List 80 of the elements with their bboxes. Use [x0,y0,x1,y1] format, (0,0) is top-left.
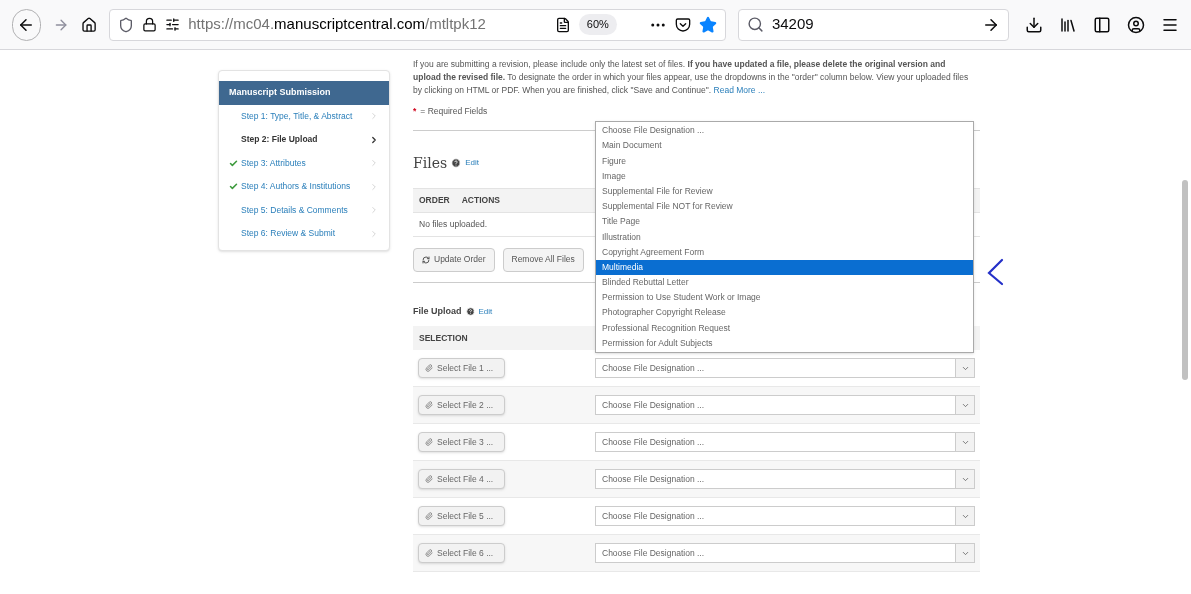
paperclip-icon [425,475,433,484]
paperclip-icon [425,364,433,373]
chevron-icon [369,181,379,192]
dropdown-option[interactable]: Figure [596,153,973,169]
dropdown-option[interactable]: Photographer Copyright Release [596,305,973,321]
chevron-icon [369,228,379,239]
reader-view-icon[interactable] [554,16,571,33]
designation-select[interactable]: Choose File Designation ... [595,506,975,527]
search-icon [746,16,764,33]
column-header: ORDER [419,193,450,207]
dropdown-option[interactable]: Blinded Rebuttal Letter [596,274,973,291]
edit-link[interactable]: Edit [478,305,493,318]
pen-mark-drawing [986,258,1004,286]
step-link[interactable]: Step 5: Details & Comments [219,198,389,222]
dropdown-option[interactable]: Image [596,168,973,184]
check-icon [229,182,238,192]
step-link[interactable]: Step 4: Authors & Institutions [219,175,389,199]
designation-select[interactable]: Choose File Designation ... [595,432,975,453]
check-icon [229,158,238,168]
designation-select[interactable]: Choose File Designation ... [595,358,975,379]
edit-link[interactable]: Edit [465,157,479,170]
step-link[interactable]: Step 2: File Upload [219,128,389,152]
account-icon[interactable] [1127,15,1145,34]
sidebar-icon[interactable] [1093,15,1111,34]
required-asterisk: * [413,105,417,118]
home-icon[interactable] [81,15,98,34]
dropdown-option[interactable]: Supplemental File NOT for Review [596,198,973,215]
search-text: 34209 [771,14,815,35]
select-file-button[interactable]: Select File 4 ... [418,469,505,490]
files-heading: Files [413,153,448,173]
paperclip-icon [425,549,433,558]
help-icon[interactable] [465,307,475,316]
address-bar[interactable]: https://mc04.manuscriptcentral.com/mtltpk12 60% [109,8,726,41]
sidebar-title: Manuscript Submission [219,81,389,105]
designation-select[interactable]: Choose File Designation ... [595,395,975,416]
chevron-icon [369,134,379,145]
select-file-button[interactable]: Select File 6 ... [418,543,505,564]
paperclip-icon [425,401,433,410]
step-link[interactable]: Step 3: Attributes [219,151,389,175]
zoom-badge[interactable]: 60% [578,14,617,35]
dropdown-option[interactable]: Permission to Use Student Work or Image [596,290,973,306]
dropdown-option[interactable]: Supplemental File for Review [596,183,973,199]
dropdown-option[interactable]: Copyright Agreement Form [596,244,973,260]
update-order-button[interactable]: Update Order [413,247,495,272]
read-more-link[interactable]: Read More ... [713,85,766,95]
paperclip-icon [425,438,433,447]
scrollbar-thumb[interactable] [1182,180,1188,380]
chevron-icon [369,111,379,122]
download-icon[interactable] [1025,15,1043,34]
chevron-icon [369,205,379,216]
dropdown-option[interactable]: Choose File Designation ... [596,123,973,139]
intro-paragraph: If you are submitting a revision, please include only the latest set of files. If you have updated a file, please delete the original version and upload the revised file. To designate the order in which your files appear, use the dropdowns in the "order" column below. View your uploaded files by clicking on HTML or PDF. When you are finished, click "Save and Continue". Read More ... [413,58,970,97]
dropdown-option[interactable]: Main Document [596,138,973,154]
shield-icon[interactable] [118,16,135,33]
dropdown-option[interactable]: Title Page [596,214,973,230]
permissions-icon[interactable] [165,17,181,32]
designation-select[interactable]: Choose File Designation ... [595,543,975,564]
upload-heading: File Upload [413,304,462,318]
select-file-button[interactable]: Select File 2 ... [418,395,505,416]
lock-icon [142,17,158,32]
chevron-icon [369,158,379,169]
help-icon[interactable] [451,158,462,169]
step-link[interactable]: Step 1: Type, Title, & Abstract [219,104,389,128]
search-field[interactable]: 34209 [737,8,1009,41]
url-text: https://mc04.manuscriptcentral.com/mtltpk12 [188,14,486,35]
paperclip-icon [425,512,433,521]
star-icon[interactable] [698,15,717,34]
pocket-icon[interactable] [674,16,691,33]
library-icon[interactable] [1059,15,1077,34]
select-file-button[interactable]: Select File 3 ... [418,432,505,453]
select-file-button[interactable]: Select File 1 ... [418,358,505,379]
column-header: ACTIONS [461,193,500,207]
dropdown-option[interactable]: Multimedia [596,259,973,275]
dropdown-option[interactable]: Permission for Adult Subjects [596,335,973,351]
step-link[interactable]: Step 6: Review & Submit [219,222,389,246]
remove-files-button[interactable]: Remove All Files [502,247,584,272]
refresh-icon [422,255,430,264]
select-file-button[interactable]: Select File 5 ... [418,506,505,527]
required-legend: = Required Fields [420,105,488,118]
designation-select[interactable]: Choose File Designation ... [595,469,975,490]
